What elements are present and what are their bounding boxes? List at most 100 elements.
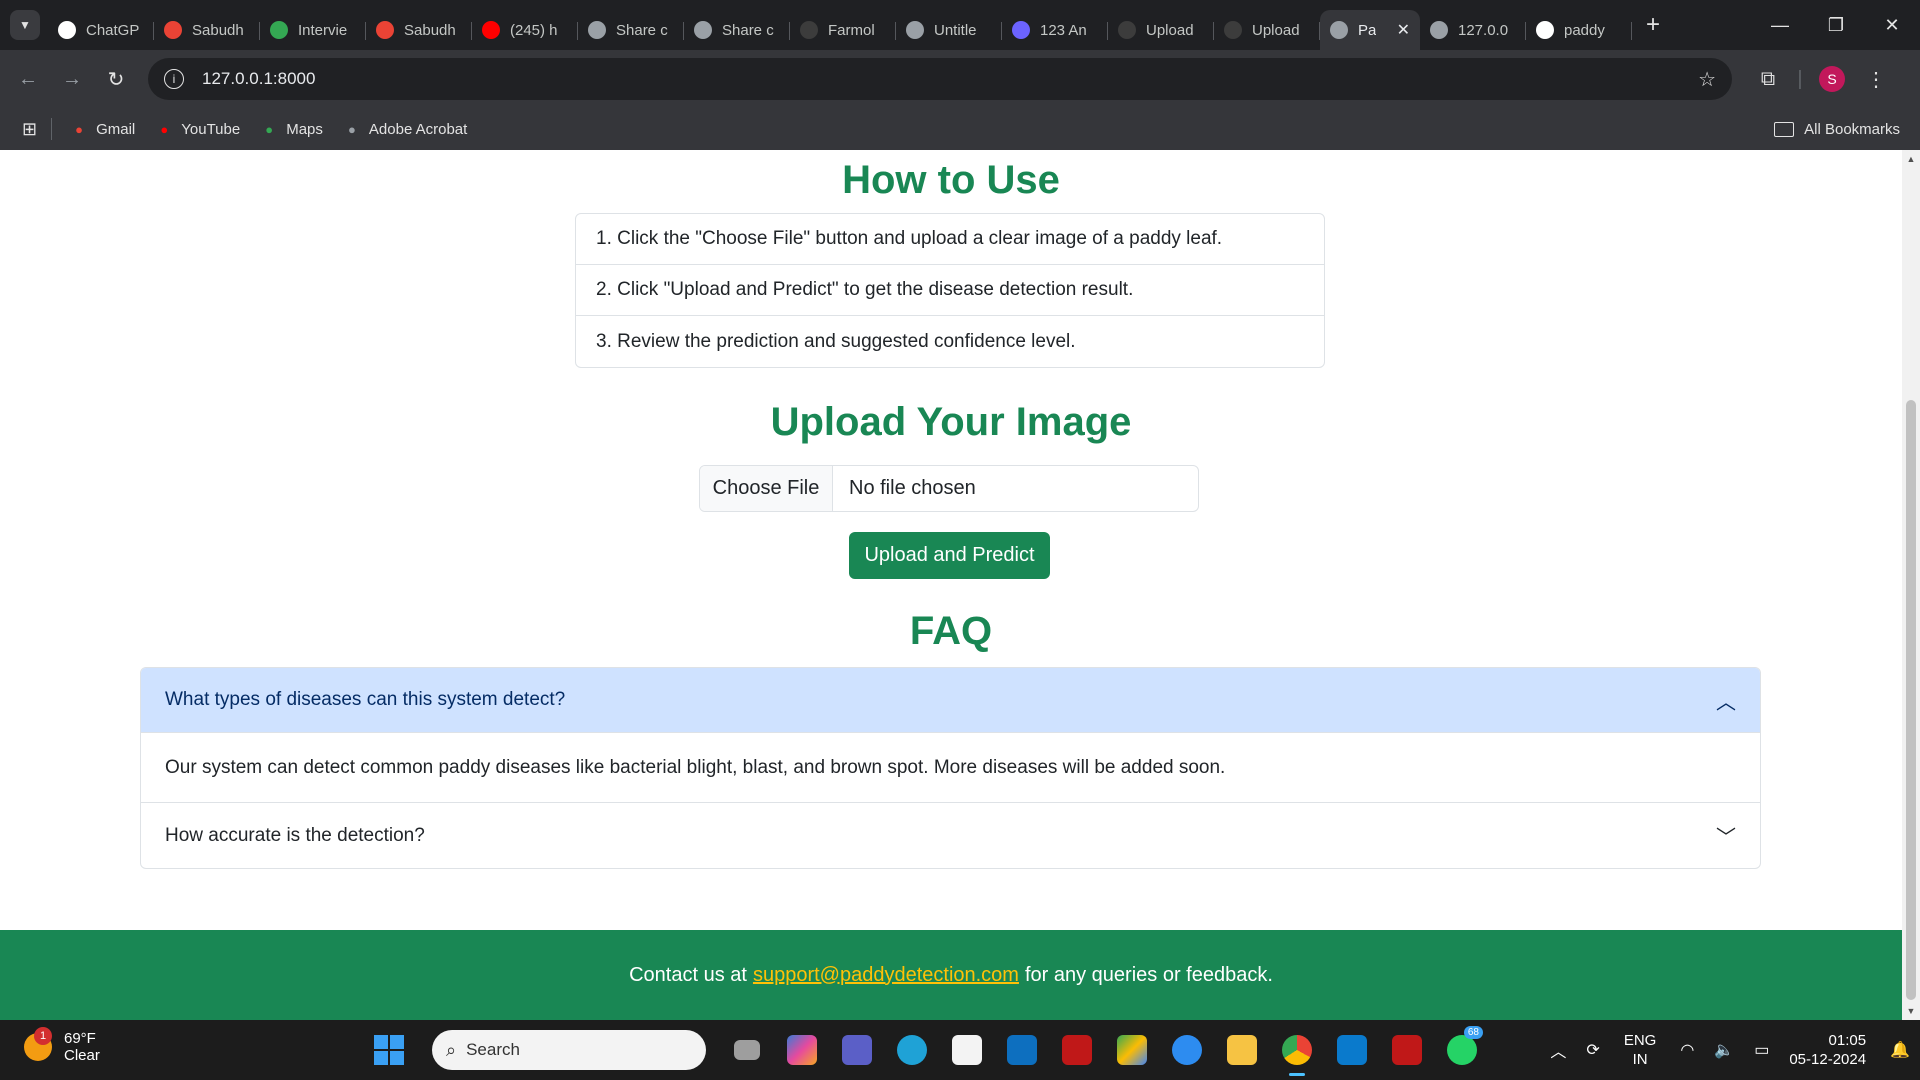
weather-widget[interactable]: 1 69°F Clear [24, 1027, 100, 1064]
extensions-icon[interactable]: ⧉ [1746, 57, 1790, 101]
weather-badge: 1 [34, 1027, 52, 1045]
sync-icon[interactable]: ⟳ [1586, 1040, 1599, 1060]
upload-predict-button[interactable]: Upload and Predict [849, 532, 1050, 579]
choose-file-button[interactable]: Choose File [700, 466, 833, 511]
browser-tab[interactable]: Pa ✕ [1320, 10, 1420, 50]
drive-icon[interactable] [1109, 1028, 1155, 1072]
clock[interactable]: 01:05 05-12-2024 [1789, 1031, 1866, 1069]
region-code: IN [1632, 1051, 1648, 1068]
bookmark-item[interactable]: ● Maps [260, 120, 323, 138]
file-explorer-icon[interactable] [1219, 1028, 1265, 1072]
close-window-button[interactable]: ✕ [1864, 0, 1920, 50]
language-indicator[interactable]: ENG IN [1624, 1031, 1657, 1069]
browser-tab[interactable]: Sabudh [366, 10, 472, 50]
bookmark-item[interactable]: ● YouTube [155, 120, 240, 138]
browser-tab[interactable]: Upload [1108, 10, 1214, 50]
close-tab-icon[interactable]: ✕ [1397, 20, 1410, 40]
browser-tab[interactable]: Share c [578, 10, 684, 50]
taskbar-search[interactable]: ⌕ Search [432, 1030, 706, 1070]
gmail-icon: ● [75, 121, 84, 137]
bookmarks-bar: ⊞ ● Gmail ● YouTube ● Maps ● Adobe Acrobat All … [0, 108, 1920, 150]
new-tab-button[interactable]: + [1646, 11, 1660, 39]
browser-tab[interactable]: Share c [684, 10, 790, 50]
site-info-icon[interactable]: i [164, 69, 184, 89]
scroll-down-arrow-icon[interactable]: ▼ [1902, 1006, 1920, 1016]
vscode-icon[interactable] [1329, 1028, 1375, 1072]
battery-icon[interactable]: ▭ [1754, 1040, 1769, 1060]
edge-icon[interactable] [889, 1028, 935, 1072]
notification-bell-icon[interactable]: 🔔 [1890, 1040, 1910, 1060]
faq-answer: Our system can detect common paddy disea… [141, 733, 1760, 803]
browser-tab[interactable]: ChatGP [48, 10, 154, 50]
windows-start-icon[interactable] [374, 1035, 404, 1065]
chevron-up-icon[interactable]: ︿ [1550, 1038, 1566, 1062]
browser-tab[interactable]: Upload [1214, 10, 1320, 50]
apps-grid-icon[interactable]: ⊞ [22, 119, 37, 140]
bookmark-item[interactable]: ● Adobe Acrobat [343, 120, 467, 138]
faq-accordion: What types of diseases can this system d… [140, 667, 1761, 869]
arrow-left-icon: ← [18, 67, 38, 90]
help-icon[interactable] [1164, 1028, 1210, 1072]
tab-search-button[interactable]: ▼ [10, 10, 40, 40]
mcafee-icon[interactable] [1054, 1028, 1100, 1072]
weather-sun-icon: 1 [24, 1027, 52, 1061]
volume-icon[interactable]: 🔈 [1714, 1040, 1734, 1060]
task-view-icon[interactable] [724, 1028, 770, 1072]
system-tray: ︿ ⟳ ENG IN ◠ 🔈 ▭ 01:05 05-12-2024 🔔 [1540, 1020, 1920, 1080]
copilot-icon[interactable] [779, 1028, 825, 1072]
forward-button[interactable]: → [50, 57, 94, 101]
browser-tab[interactable]: Intervie [260, 10, 366, 50]
mcafee-shield-icon[interactable] [1384, 1028, 1430, 1072]
back-button[interactable]: ← [6, 57, 50, 101]
support-email-link[interactable]: support@paddydetection.com [753, 964, 1019, 987]
myhp-icon[interactable] [999, 1028, 1045, 1072]
wifi-icon[interactable]: ◠ [1680, 1040, 1694, 1060]
chevron-down-icon: ﹀ [1716, 827, 1736, 849]
faq-heading: FAQ [909, 609, 993, 653]
browser-tab[interactable]: 127.0.0 [1420, 10, 1526, 50]
globe-icon [1330, 21, 1348, 39]
tab-title: paddy [1564, 21, 1605, 39]
file-input[interactable]: Choose File No file chosen [699, 465, 1199, 512]
store-icon[interactable] [944, 1028, 990, 1072]
globe-icon [906, 21, 924, 39]
teams-icon[interactable] [834, 1028, 880, 1072]
url-text[interactable]: 127.0.0.1:8000 [202, 69, 315, 89]
browser-tab[interactable]: paddy [1526, 10, 1632, 50]
more-menu-icon[interactable]: ⋮ [1854, 57, 1898, 101]
browser-toolbar: ← → ↻ i 127.0.0.1:8000 ☆ ⧉ | S ⋮ [0, 50, 1920, 108]
browser-tab[interactable]: Sabudh [154, 10, 260, 50]
scrollbar-thumb[interactable] [1906, 400, 1916, 1000]
bookmark-star-icon[interactable]: ☆ [1698, 67, 1716, 92]
youtube-icon [482, 21, 500, 39]
chrome-icon[interactable] [1274, 1028, 1320, 1076]
faq-question-text: What types of diseases can this system d… [165, 689, 566, 710]
toolbar-right: ⧉ | S ⋮ [1746, 57, 1898, 101]
whatsapp-icon[interactable]: 68 [1439, 1026, 1485, 1072]
faq-question-diseases[interactable]: What types of diseases can this system d… [141, 668, 1760, 733]
page-viewport: How to Use 1. Click the "Choose File" bu… [0, 150, 1902, 1020]
bookmark-label: YouTube [181, 120, 241, 138]
browser-tab[interactable]: 123 An [1002, 10, 1108, 50]
search-icon: ⌕ [446, 1039, 457, 1060]
globe-icon [588, 21, 606, 39]
tab-title: Upload [1252, 21, 1300, 39]
bookmark-list: ● Gmail ● YouTube ● Maps ● Adobe Acrobat [70, 120, 487, 138]
minimize-button[interactable]: — [1752, 0, 1808, 50]
browser-tab[interactable]: Farmol [790, 10, 896, 50]
tab-title: Sabudh [404, 21, 456, 39]
tab-title: Intervie [298, 21, 348, 39]
browser-tab[interactable]: Untitle [896, 10, 1002, 50]
browser-tab[interactable]: (245) h [472, 10, 578, 50]
reload-button[interactable]: ↻ [94, 57, 138, 101]
bookmark-item[interactable]: ● Gmail [70, 120, 135, 138]
restore-button[interactable]: ❐ [1808, 0, 1864, 50]
scroll-up-arrow-icon[interactable]: ▲ [1902, 154, 1920, 164]
address-bar[interactable]: i 127.0.0.1:8000 ☆ [148, 58, 1732, 100]
upload-heading: Upload Your Image [770, 400, 1132, 444]
reload-icon: ↻ [107, 68, 125, 91]
all-bookmarks-button[interactable]: All Bookmarks [1774, 121, 1900, 138]
page-scrollbar[interactable]: ▲ ▼ [1902, 150, 1920, 1020]
faq-question-accuracy[interactable]: How accurate is the detection? ﹀ [141, 803, 1760, 868]
profile-button[interactable]: S [1810, 57, 1854, 101]
